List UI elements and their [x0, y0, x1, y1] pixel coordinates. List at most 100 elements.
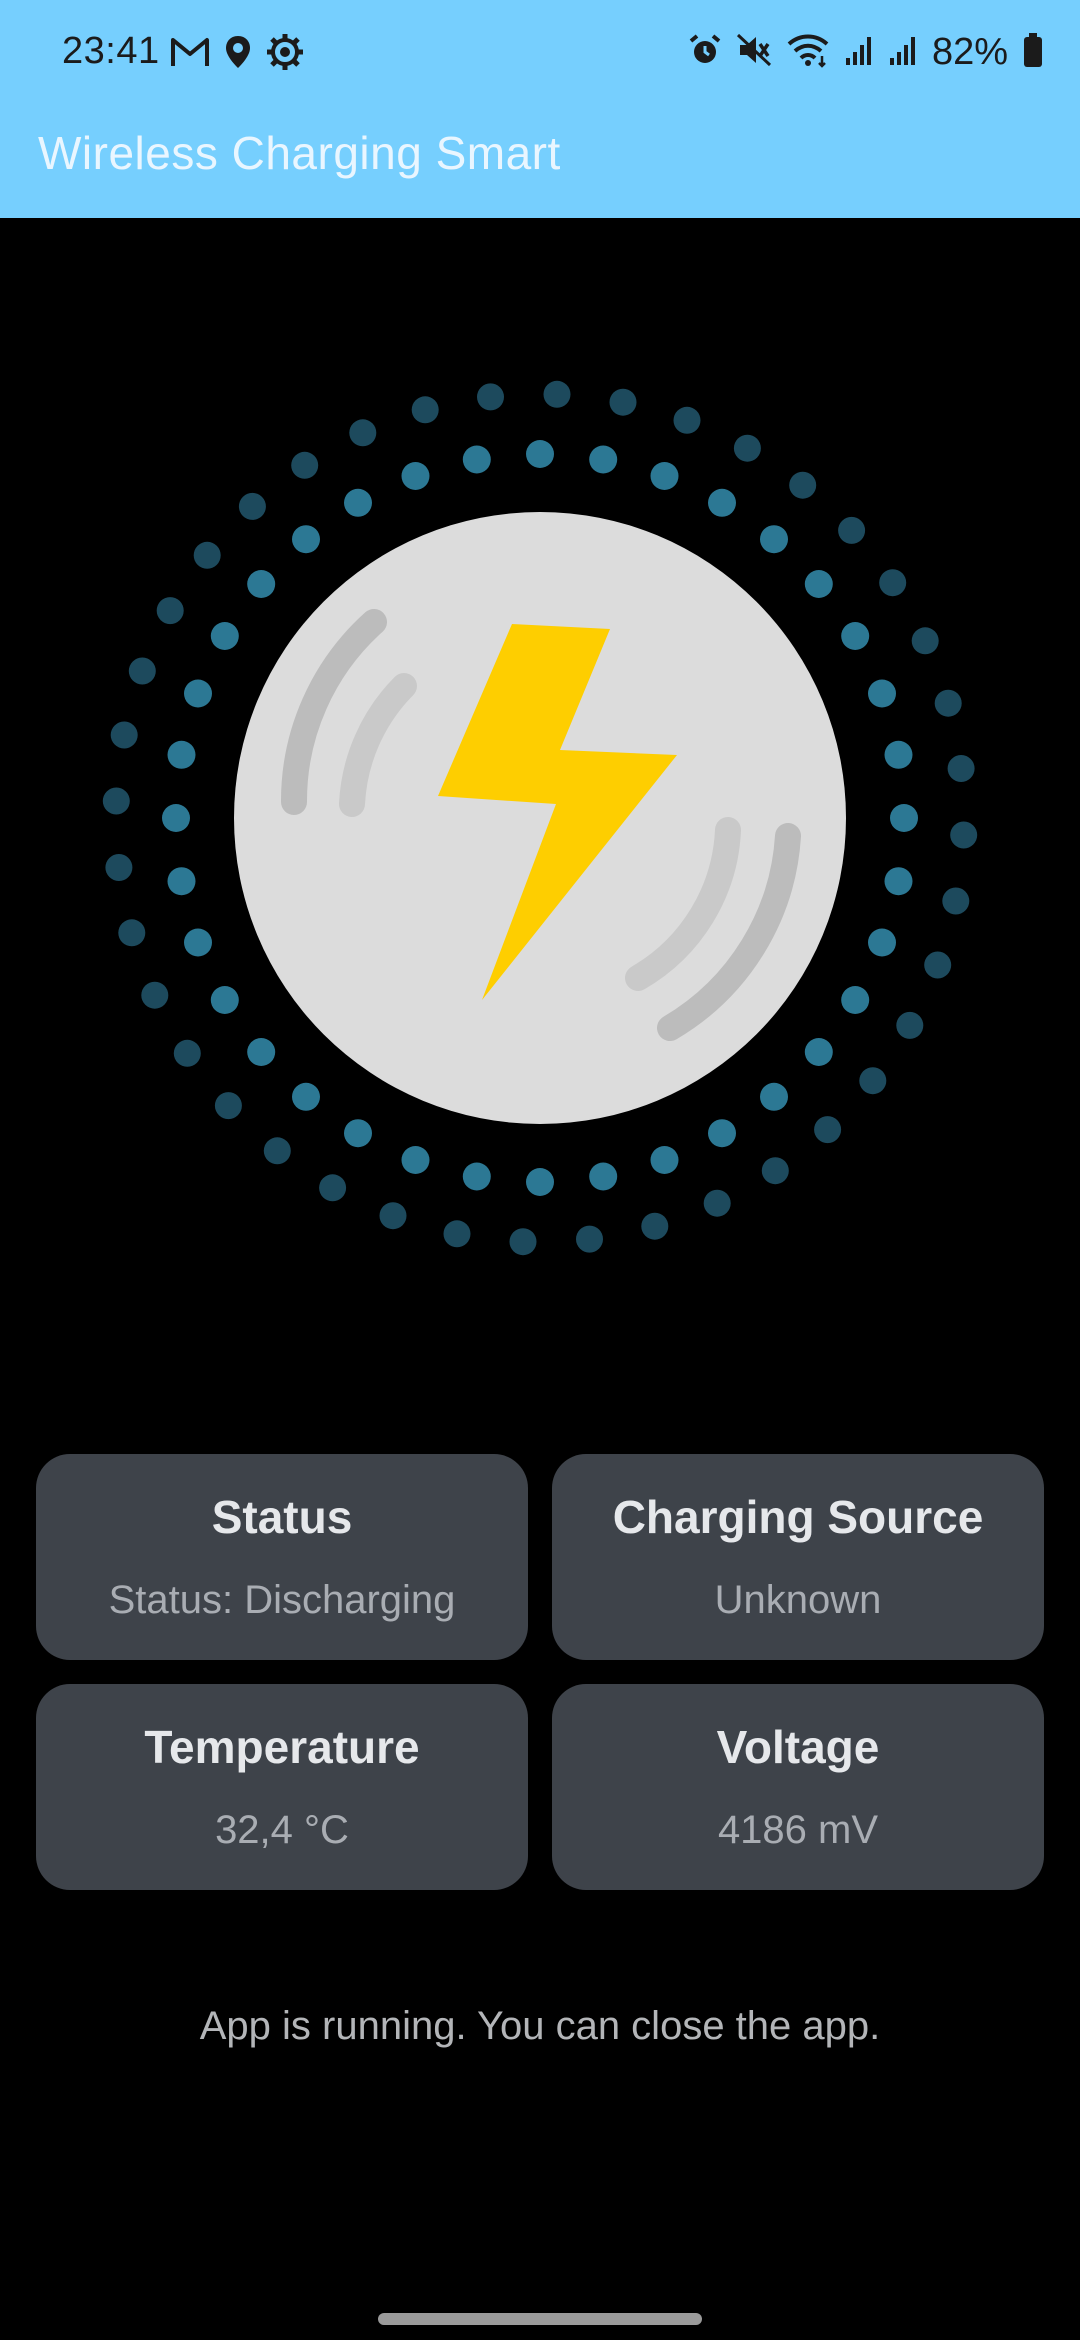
home-indicator[interactable] — [378, 2313, 702, 2325]
ring-dot — [162, 804, 190, 832]
ring-dot — [462, 1162, 491, 1191]
battery-icon — [1022, 32, 1044, 73]
ring-dot — [214, 1092, 242, 1120]
ring-dot — [118, 919, 146, 947]
ring-dot — [760, 525, 788, 554]
signal-icon — [844, 34, 874, 71]
ring-dot — [210, 986, 239, 1014]
ring-dot — [911, 627, 939, 655]
ring-dot — [543, 380, 571, 408]
ring-dot — [879, 569, 907, 597]
ring-dot — [859, 1067, 887, 1095]
ring-dot — [292, 1082, 320, 1111]
ring-dot — [344, 488, 372, 517]
wireless-charging-icon — [102, 380, 978, 1256]
voltage-card-title: Voltage — [716, 1721, 880, 1773]
ring-dot — [673, 406, 701, 434]
ring-dot — [247, 1038, 276, 1066]
ring-dot — [884, 740, 913, 769]
ring-dot — [814, 1116, 842, 1144]
ring-dot — [462, 445, 491, 474]
ring-dot — [349, 419, 377, 447]
ring-dot — [589, 445, 618, 474]
charging-source-card-title: Charging Source — [612, 1491, 984, 1543]
ring-dot — [167, 867, 196, 896]
battery-percentage: 82% — [931, 30, 1008, 73]
ring-dot — [102, 787, 130, 815]
ring-dot — [896, 1011, 924, 1039]
ring-dot — [609, 388, 637, 416]
ring-dot — [509, 1228, 537, 1256]
ring-dot — [733, 434, 761, 462]
voltage-card: Voltage 4186 mV — [552, 1684, 1044, 1890]
ring-dot — [263, 1137, 291, 1165]
ring-dot — [924, 951, 952, 979]
ring-dot — [291, 451, 319, 479]
ring-dot — [477, 383, 504, 411]
ring-dot — [884, 867, 913, 896]
ring-dot — [641, 1212, 669, 1240]
app-title: Wireless Charging Smart — [38, 127, 561, 179]
ring-dot — [761, 1157, 789, 1185]
ring-dot — [141, 981, 169, 1009]
ring-dot — [947, 755, 975, 782]
ring-dot — [319, 1174, 347, 1202]
ring-dot — [576, 1225, 603, 1253]
top-app-bar: 23:41 82% Wireless Charging Smart — [0, 0, 1080, 218]
ring-dot — [789, 471, 817, 499]
ring-dot — [292, 525, 320, 554]
ring-dot — [650, 1146, 679, 1174]
ring-dot — [868, 928, 896, 957]
ring-dot — [841, 986, 870, 1014]
alarm-icon — [688, 33, 722, 72]
running-message: App is running. You can close the app. — [199, 2004, 881, 2048]
ring-dot — [804, 1038, 833, 1066]
ring-dot — [173, 1039, 201, 1067]
ring-dot — [934, 689, 962, 717]
ring-dot — [950, 821, 978, 849]
ring-dot — [841, 622, 870, 650]
settings-icon — [266, 33, 304, 76]
ring-dot — [193, 541, 221, 569]
ring-dot — [344, 1119, 372, 1148]
ring-dot — [650, 462, 679, 490]
charging-hero — [0, 218, 1080, 1398]
ring-dot — [128, 657, 156, 685]
ring-dot — [708, 488, 736, 517]
status-card: Status Status: Discharging — [36, 1454, 528, 1660]
ring-dot — [379, 1202, 407, 1230]
voltage-card-value: 4186 mV — [717, 1808, 879, 1852]
ring-dot — [247, 570, 276, 598]
ring-dot — [401, 462, 430, 490]
ring-dot — [526, 440, 554, 468]
ring-dot — [411, 396, 439, 424]
ring-dot — [167, 740, 196, 769]
ring-dot — [838, 516, 866, 544]
ring-dot — [804, 570, 833, 598]
ring-dot — [105, 854, 133, 881]
ring-dot — [156, 597, 184, 625]
ring-dot — [942, 887, 970, 915]
ring-dot — [589, 1162, 618, 1191]
status-card-title: Status — [211, 1491, 353, 1543]
ring-dot — [210, 622, 239, 650]
status-clock: 23:41 — [62, 30, 160, 72]
ring-dot — [526, 1168, 554, 1196]
ring-dot — [890, 804, 918, 832]
ring-dot — [760, 1082, 788, 1111]
ring-dot — [401, 1146, 430, 1174]
ring-dot — [703, 1189, 731, 1217]
charging-source-card: Charging Source Unknown — [552, 1454, 1044, 1660]
gmail-icon — [170, 36, 210, 73]
temperature-card-title: Temperature — [144, 1721, 420, 1773]
ring-dot — [110, 721, 138, 749]
location-icon — [224, 34, 252, 75]
charging-disc — [234, 512, 846, 1124]
ring-dot — [238, 492, 266, 520]
status-bar: 23:41 82% — [0, 0, 1080, 104]
signal-icon — [888, 34, 918, 71]
ring-dot — [868, 679, 896, 708]
temperature-card: Temperature 32,4 °C — [36, 1684, 528, 1890]
temperature-card-value: 32,4 °C — [215, 1808, 349, 1852]
charging-source-card-value: Unknown — [714, 1578, 882, 1622]
